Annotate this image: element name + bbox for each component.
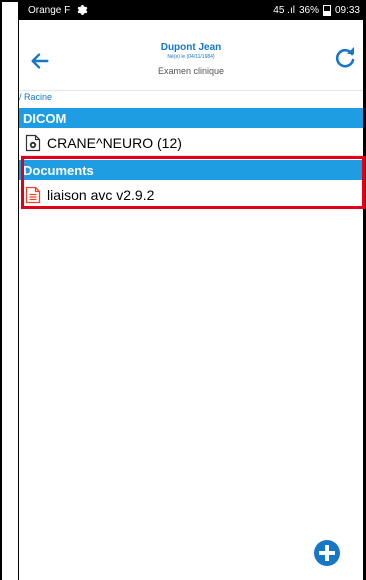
patient-info: Dupont Jean Né(e) le (04/11/1984) Examen… xyxy=(19,42,363,78)
patient-name: Dupont Jean xyxy=(160,42,222,53)
carrier-label: Orange F xyxy=(28,4,71,16)
list-item-dicom-series[interactable]: CRANE^NEURO (12) xyxy=(19,130,363,156)
header-toolbar: Dupont Jean Né(e) le (04/11/1984) Examen… xyxy=(19,20,363,91)
add-button[interactable] xyxy=(314,540,340,566)
list-item-label: liaison avc v2.9.2 xyxy=(47,186,155,203)
dicom-file-icon xyxy=(25,134,41,151)
gear-icon xyxy=(77,5,88,15)
list-item-label: CRANE^NEURO (12) xyxy=(47,134,182,151)
clock: 09:33 xyxy=(334,4,360,16)
patient-dob: Né(e) le (04/11/1984) xyxy=(167,54,215,60)
status-bar: Orange F 45 .ıl 36% 09:33 xyxy=(18,0,366,20)
refresh-icon[interactable] xyxy=(333,46,357,70)
exam-title: Examen clinique xyxy=(157,66,225,76)
section-header-documents: Documents xyxy=(19,160,363,180)
list-item-document[interactable]: liaison avc v2.9.2 xyxy=(19,182,363,208)
pdf-document-icon xyxy=(25,186,41,203)
section-header-dicom: DICOM xyxy=(19,108,363,128)
battery-icon xyxy=(322,4,331,16)
battery-percent: 36% xyxy=(298,4,319,16)
app-screen: Dupont Jean Né(e) le (04/11/1984) Examen… xyxy=(19,20,365,580)
breadcrumb[interactable]: / Racine xyxy=(19,92,52,102)
signal-indicators: 45 .ıl xyxy=(273,4,295,16)
